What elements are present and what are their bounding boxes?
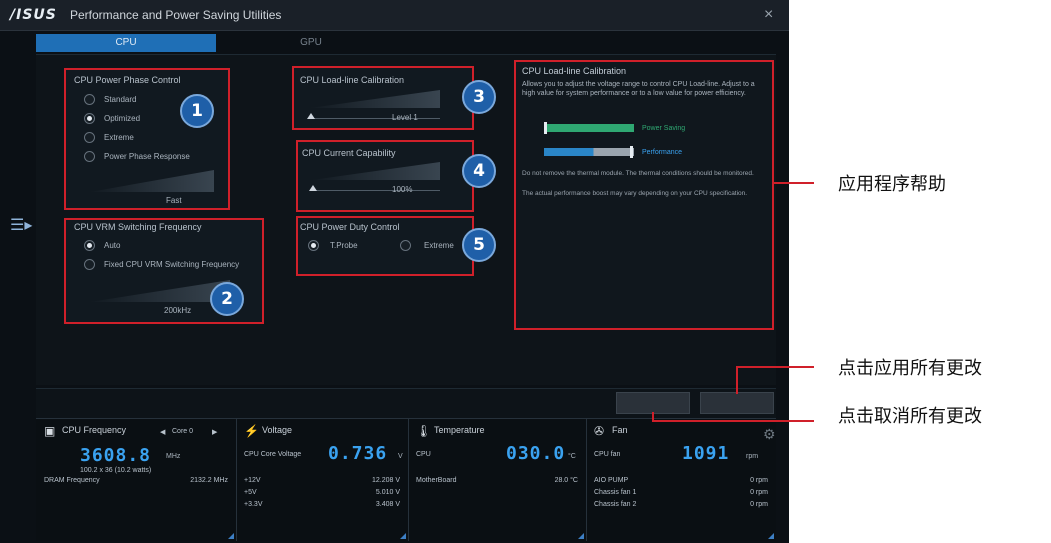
app-window: /ISUS Performance and Power Saving Utili…	[0, 0, 789, 543]
thermometer-icon: 🌡	[416, 424, 432, 438]
badge-5: 5	[462, 228, 496, 262]
apply-button[interactable]	[616, 392, 690, 414]
badge-2: 2	[210, 282, 244, 316]
voltage-3v3-value: 3.408 V	[375, 501, 400, 508]
expand-corner-icon[interactable]	[400, 533, 406, 539]
tab-gpu[interactable]: GPU	[226, 34, 396, 52]
voltage-title: Voltage	[262, 425, 293, 435]
badge-3: 3	[462, 80, 496, 114]
voltage-12v-value: 12.208 V	[371, 477, 400, 484]
undo-button[interactable]	[700, 392, 774, 414]
window-title: Performance and Power Saving Utilities	[70, 8, 282, 22]
cpu-frequency-title: CPU Frequency	[62, 425, 127, 435]
apply-callout-line-v	[736, 366, 738, 394]
core-selector[interactable]: Core 0	[172, 428, 193, 435]
cancel-callout-line-h	[652, 420, 814, 422]
core-next-icon[interactable]: ▶	[212, 428, 217, 436]
highlight-box-1	[64, 68, 230, 210]
chassis-fan-1-value: 0 rpm	[750, 489, 768, 496]
cpu-frequency-section: ▣ CPU Frequency ◀ Core 0 ▶ 3608.8 MHz 10…	[36, 419, 237, 541]
chassis-fan-2-value: 0 rpm	[750, 501, 768, 508]
motherboard-temp-label: MotherBoard	[416, 477, 457, 484]
menu-expand-icon[interactable]: ☰▸	[10, 215, 32, 235]
highlight-box-5	[296, 216, 474, 276]
cpu-frequency-sub: 100.2 x 36 (10.2 watts)	[80, 467, 152, 474]
apply-callout-line-h	[736, 366, 814, 368]
core-prev-icon[interactable]: ◀	[160, 428, 165, 436]
voltage-3v3-label: +3.3V	[244, 501, 263, 508]
aio-pump-value: 0 rpm	[750, 477, 768, 484]
aio-pump-label: AIO PUMP	[594, 477, 629, 484]
dram-frequency-label: DRAM Frequency	[44, 477, 100, 484]
fan-icon: ✇	[594, 424, 605, 438]
expand-corner-icon[interactable]	[228, 533, 234, 539]
expand-corner-icon[interactable]	[768, 533, 774, 539]
fan-section: ✇ Fan CPU fan 1091 rpm AIO PUMP 0 rpm Ch…	[586, 419, 776, 541]
cancel-callout-text: 点击取消所有更改	[838, 406, 982, 427]
lightning-icon: ⚡	[244, 424, 259, 438]
title-bar: /ISUS Performance and Power Saving Utili…	[0, 0, 789, 31]
temperature-section: 🌡 Temperature CPU 030.0 °C MotherBoard 2…	[408, 419, 587, 541]
cpu-fan-value: 1091	[682, 443, 730, 464]
badge-1: 1	[180, 94, 214, 128]
cpu-core-voltage-label: CPU Core Voltage	[244, 451, 302, 458]
voltage-section: ⚡ Voltage CPU Core Voltage 0.736 V +12V …	[236, 419, 409, 541]
motherboard-temp-value: 28.0 °C	[554, 477, 578, 484]
voltage-5v-value: 5.010 V	[375, 489, 400, 496]
chassis-fan-1-label: Chassis fan 1	[594, 489, 637, 496]
cpu-fan-label: CPU fan	[594, 451, 621, 458]
cpu-frequency-value: 3608.8	[80, 445, 152, 466]
temperature-unit: °C	[568, 453, 576, 460]
cpu-temperature-label: CPU	[416, 451, 431, 458]
help-callout-text: 应用程序帮助	[838, 174, 946, 195]
voltage-unit: V	[398, 453, 403, 460]
highlight-box-4	[296, 140, 474, 212]
close-icon[interactable]: ×	[764, 6, 773, 24]
fan-unit: rpm	[746, 453, 759, 460]
highlight-box-help	[514, 60, 774, 330]
cpu-temperature-value: 030.0	[506, 443, 566, 464]
asus-logo: /ISUS	[10, 7, 57, 23]
highlight-box-3	[292, 66, 474, 130]
expand-corner-icon[interactable]	[578, 533, 584, 539]
fan-title: Fan	[612, 425, 628, 435]
tab-cpu[interactable]: CPU	[36, 34, 216, 52]
gear-icon[interactable]: ⚙	[763, 426, 776, 443]
tab-bar: CPU GPU	[36, 34, 776, 52]
monitor-bar: ▣ CPU Frequency ◀ Core 0 ▶ 3608.8 MHz 10…	[36, 418, 776, 541]
voltage-12v-label: +12V	[244, 477, 261, 484]
voltage-5v-label: +5V	[244, 489, 257, 496]
apply-callout-text: 点击应用所有更改	[838, 358, 982, 379]
cpu-core-voltage-value: 0.736	[328, 443, 388, 464]
chassis-fan-2-label: Chassis fan 2	[594, 501, 637, 508]
cpu-chip-icon: ▣	[44, 424, 56, 438]
temperature-title: Temperature	[434, 425, 485, 435]
dram-frequency-value: 2132.2 MHz	[190, 477, 228, 484]
badge-4: 4	[462, 154, 496, 188]
help-callout-line	[774, 182, 814, 184]
cpu-frequency-unit: MHz	[166, 453, 181, 460]
